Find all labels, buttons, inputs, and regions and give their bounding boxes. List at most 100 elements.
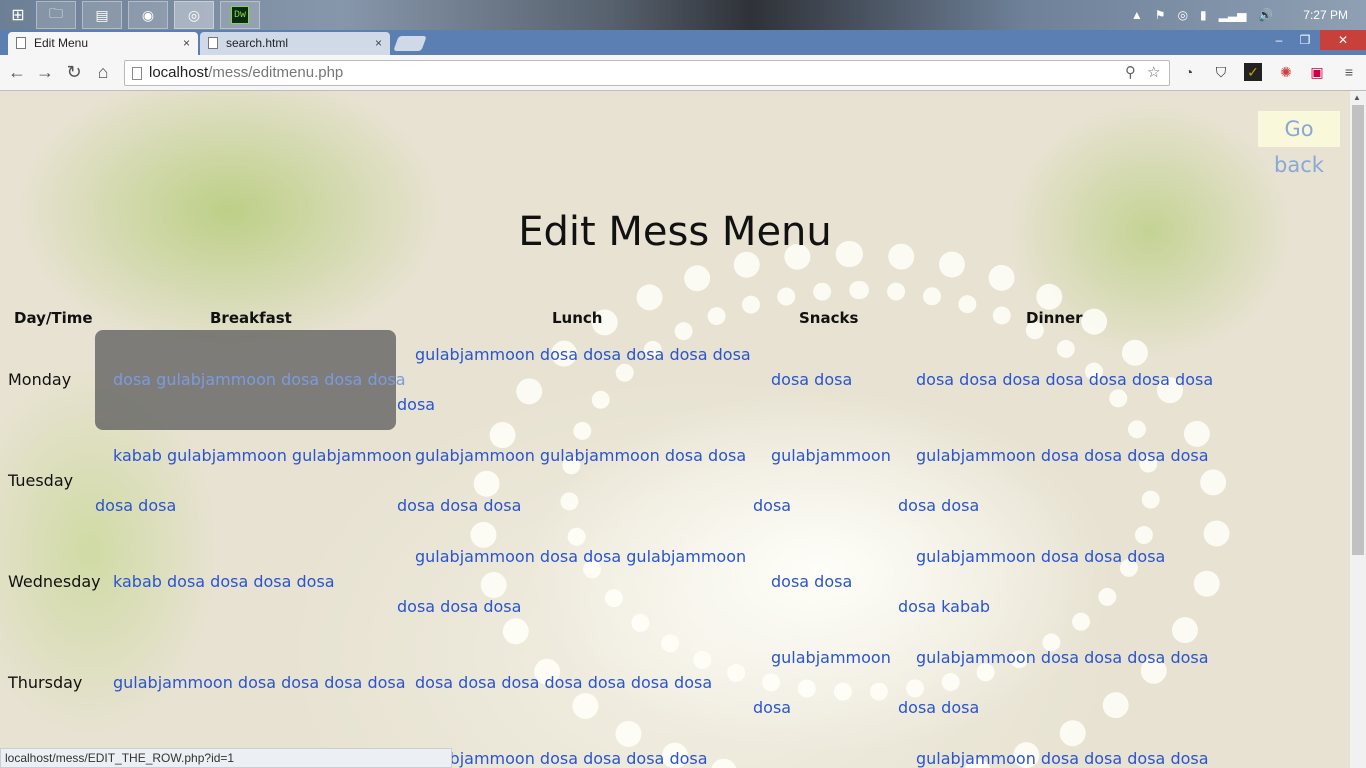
menu-item[interactable]: dosa dosa xyxy=(771,557,852,607)
extension-tv-icon[interactable]: ▣ xyxy=(1308,63,1326,81)
address-url[interactable]: localhost/mess/editmenu.php xyxy=(149,64,343,81)
bookmark-star-icon[interactable]: ☆ xyxy=(1147,63,1160,81)
file-explorer-icon[interactable]: 🗀 xyxy=(36,1,76,29)
cell-thursday-lunch[interactable]: dosa dosa dosa dosa dosa dosa dosa xyxy=(415,658,712,708)
flag-icon[interactable]: ⚑ xyxy=(1155,8,1166,22)
cell-monday-snacks[interactable]: dosa dosa xyxy=(771,355,852,405)
firefox-icon[interactable]: ◉ xyxy=(128,1,168,29)
close-tab-icon[interactable]: × xyxy=(375,32,382,54)
day-thursday: Thursday xyxy=(8,673,83,692)
cell-friday-lunch[interactable]: gulabjammoon dosa dosa dosa dosa xyxy=(415,734,708,768)
menu-item[interactable]: gulabjammoon dosa dosa dosa dosa xyxy=(898,633,1209,683)
forward-arrow-icon[interactable]: → xyxy=(34,61,56,83)
menu-item[interactable]: gulabjammoon dosa dosa dosa dosa xyxy=(898,431,1209,481)
column-header-lunch: Lunch xyxy=(552,309,603,327)
menu-item[interactable]: gulabjammoon dosa dosa dosa dosa xyxy=(415,734,708,768)
cell-monday-dinner[interactable]: dosa dosa dosa dosa dosa dosa dosa xyxy=(916,355,1213,405)
cell-tuesday-lunch[interactable]: gulabjammoon gulabjammoon dosa dosa dosa … xyxy=(397,431,746,531)
cell-tuesday-breakfast[interactable]: kabab gulabjammoon gulabjammoon dosa dosa xyxy=(95,431,412,531)
menu-item[interactable]: kabab dosa dosa dosa dosa xyxy=(113,557,335,607)
zoom-search-icon[interactable]: ⚲ xyxy=(1125,63,1136,81)
cell-tuesday-dinner[interactable]: gulabjammoon dosa dosa dosa dosa dosa dos… xyxy=(898,431,1209,531)
pocket-icon[interactable]: ⛉ xyxy=(1212,63,1230,81)
menu-item[interactable]: dosa dosa xyxy=(898,683,1209,733)
menu-item[interactable]: dosa dosa xyxy=(898,481,1209,531)
menu-item[interactable]: gulabjammoon dosa dosa gulabjammoon xyxy=(397,532,746,582)
menu-item[interactable]: dosa dosa xyxy=(771,355,852,405)
menu-item[interactable]: dosa dosa dosa xyxy=(397,481,746,531)
chrome-icon[interactable]: ◎ xyxy=(174,1,214,29)
cell-wednesday-breakfast[interactable]: kabab dosa dosa dosa dosa xyxy=(113,557,335,607)
new-tab-button[interactable] xyxy=(393,36,427,51)
go-back-link[interactable]: Go back xyxy=(1258,111,1340,177)
menu-item[interactable]: gulabjammoon dosa dosa dosa dosa xyxy=(113,658,406,708)
page-scrollbar[interactable]: ▲ xyxy=(1350,91,1366,768)
close-window-button[interactable]: ✕ xyxy=(1320,30,1366,50)
cell-wednesday-dinner[interactable]: gulabjammoon dosa dosa dosa dosa kabab xyxy=(898,532,1165,632)
reload-icon[interactable]: ↻ xyxy=(63,61,85,83)
column-header-breakfast: Breakfast xyxy=(210,309,292,327)
cell-tuesday-snacks[interactable]: gulabjammoon dosa xyxy=(753,431,891,531)
menu-item[interactable]: gulabjammoon dosa dosa dosa dosa xyxy=(916,734,1209,768)
menu-item[interactable]: gulabjammoon xyxy=(753,431,891,481)
dreamweaver-label: Dw xyxy=(231,6,249,24)
menu-item[interactable]: gulabjammoon dosa dosa dosa xyxy=(898,532,1165,582)
menu-item[interactable]: gulabjammoon gulabjammoon dosa dosa xyxy=(397,431,746,481)
day-monday: Monday xyxy=(8,370,72,389)
extension-icon[interactable]: ◔ xyxy=(1180,63,1198,81)
scrollbar-thumb[interactable] xyxy=(1352,105,1364,555)
cell-monday-lunch[interactable]: gulabjammoon dosa dosa dosa dosa dosa dos… xyxy=(397,330,751,430)
day-tuesday: Tuesday xyxy=(8,471,74,490)
maximize-button[interactable]: ❐ xyxy=(1292,30,1318,50)
menu-item[interactable]: dosa xyxy=(397,380,751,430)
page-icon xyxy=(208,37,218,49)
cell-thursday-breakfast[interactable]: gulabjammoon dosa dosa dosa dosa xyxy=(113,658,406,708)
extension-flower-icon[interactable]: ✺ xyxy=(1277,63,1295,81)
minimize-button[interactable]: – xyxy=(1266,30,1292,50)
cell-thursday-snacks[interactable]: gulabjammoon dosa xyxy=(753,633,891,733)
windows-logo-icon[interactable]: ⊞ xyxy=(0,0,36,30)
menu-item[interactable]: dosa xyxy=(753,683,891,733)
close-tab-icon[interactable]: × xyxy=(183,32,190,54)
column-header-daytime: Day/Time xyxy=(14,309,93,327)
menu-item[interactable]: dosa dosa xyxy=(95,481,412,531)
dreamweaver-icon[interactable]: Dw xyxy=(220,1,260,29)
network-icon[interactable]: ▂▃▅ xyxy=(1219,8,1247,22)
system-tray: ▲ ⚑ ◎ ▮ ▂▃▅ 🔊 7:27 PM xyxy=(1131,0,1366,30)
browser-tab-strip: Edit Menu × search.html × – ❐ ✕ xyxy=(0,30,1366,55)
clock[interactable]: 7:27 PM xyxy=(1303,8,1348,22)
menu-item[interactable]: gulabjammoon dosa dosa dosa dosa dosa xyxy=(397,330,751,380)
menu-icon[interactable]: ≡ xyxy=(1340,63,1358,81)
menu-item[interactable]: kabab gulabjammoon gulabjammoon xyxy=(95,431,412,481)
menu-item[interactable]: dosa dosa dosa xyxy=(397,582,746,632)
tab-search[interactable]: search.html × xyxy=(200,32,390,55)
volume-icon[interactable]: 🔊 xyxy=(1258,8,1273,22)
menu-item[interactable]: dosa dosa dosa dosa dosa dosa dosa xyxy=(415,658,712,708)
cell-friday-dinner[interactable]: gulabjammoon dosa dosa dosa dosa xyxy=(916,734,1209,768)
menu-item[interactable]: gulabjammoon xyxy=(753,633,891,683)
chrome-tray-icon[interactable]: ◎ xyxy=(1178,8,1188,22)
scroll-up-icon[interactable]: ▲ xyxy=(1353,93,1361,102)
page-viewport: Go back Edit Mess Menu Day/Time Breakfas… xyxy=(0,91,1350,768)
cell-thursday-dinner[interactable]: gulabjammoon dosa dosa dosa dosa dosa dos… xyxy=(898,633,1209,733)
battery-icon[interactable]: ▮ xyxy=(1200,8,1207,22)
home-icon[interactable]: ⌂ xyxy=(92,61,114,83)
page-icon xyxy=(132,67,142,80)
chevron-up-icon[interactable]: ▲ xyxy=(1131,8,1143,22)
cell-monday-breakfast[interactable]: dosa gulabjammoon dosa dosa dosa xyxy=(113,355,406,405)
tab-edit-menu[interactable]: Edit Menu × xyxy=(8,32,198,55)
menu-item[interactable]: dosa kabab xyxy=(898,582,1165,632)
column-header-snacks: Snacks xyxy=(799,309,859,327)
back-arrow-icon[interactable]: ← xyxy=(6,61,28,83)
menu-item[interactable]: dosa gulabjammoon dosa dosa dosa xyxy=(113,355,406,405)
status-bar-url: localhost/mess/EDIT_THE_ROW.php?id=1 xyxy=(0,748,452,768)
page-icon xyxy=(16,37,26,49)
extension-check-icon[interactable]: ✓ xyxy=(1244,63,1262,81)
sticky-notes-icon[interactable]: ▤ xyxy=(82,1,122,29)
menu-item[interactable]: dosa dosa dosa dosa dosa dosa dosa xyxy=(916,355,1213,405)
address-bar[interactable]: localhost/mess/editmenu.php ⚲ ☆ xyxy=(124,60,1170,86)
cell-wednesday-lunch[interactable]: gulabjammoon dosa dosa gulabjammoon dosa … xyxy=(397,532,746,632)
menu-item[interactable]: dosa xyxy=(753,481,891,531)
cell-wednesday-snacks[interactable]: dosa dosa xyxy=(771,557,852,607)
day-wednesday: Wednesday xyxy=(8,572,101,591)
